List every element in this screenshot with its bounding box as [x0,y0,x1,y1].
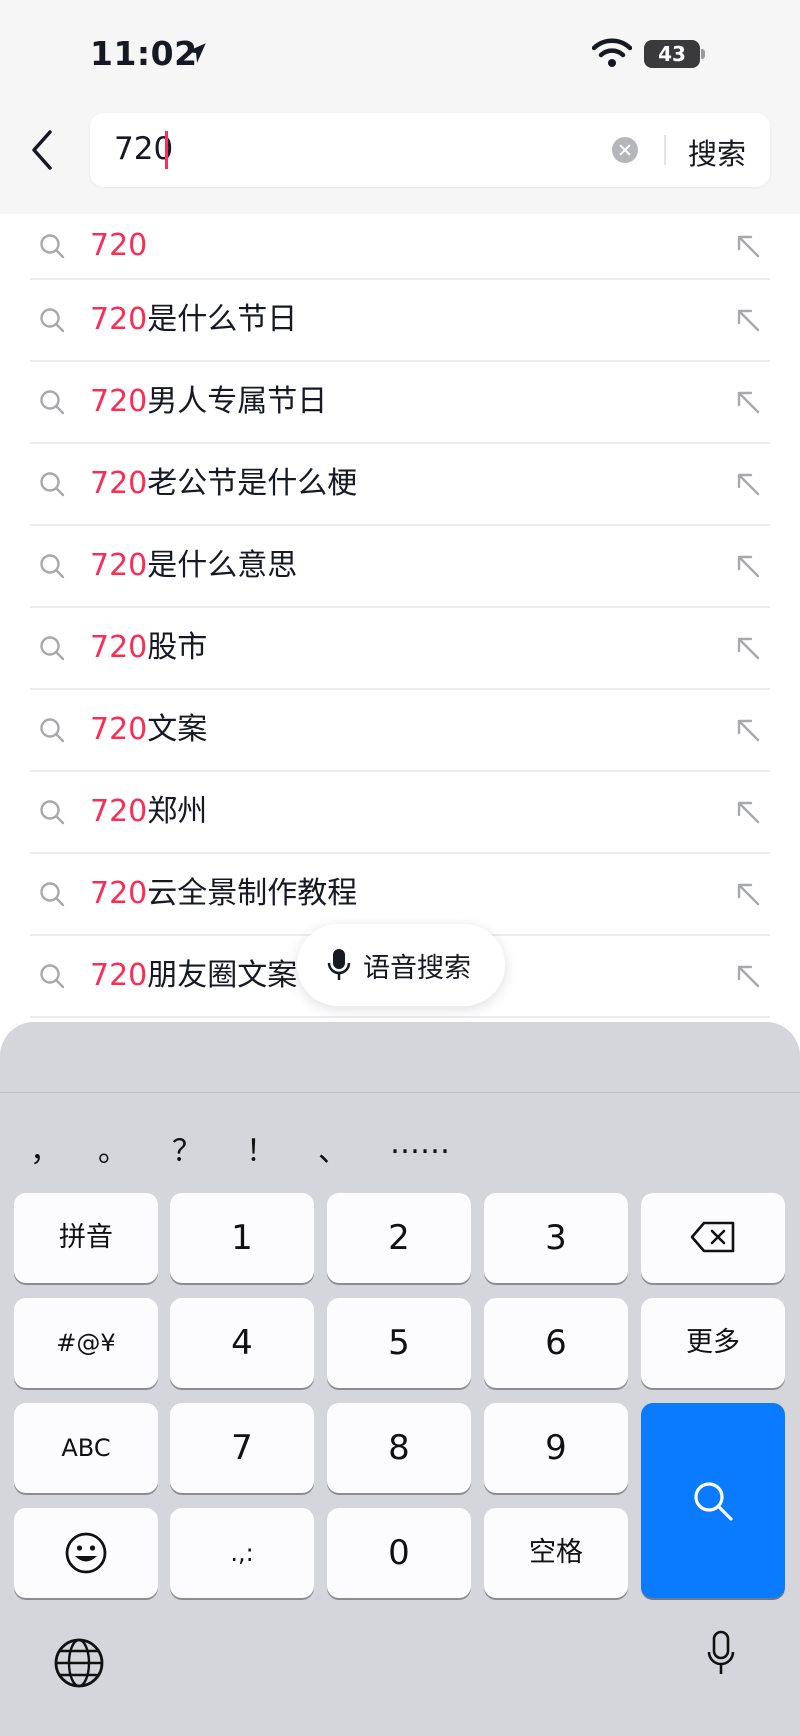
fill-arrow-icon[interactable] [734,552,762,580]
pinyin-key[interactable]: 拼音 [14,1193,158,1283]
emoji-icon [65,1532,107,1574]
delete-key[interactable] [641,1193,785,1283]
key-5[interactable]: 5 [327,1298,471,1388]
key-0[interactable]: 0 [327,1508,471,1598]
search-icon [40,554,65,579]
search-icon [40,472,65,497]
status-time: 11:02 [90,34,198,73]
suggestion-item[interactable]: 720股市 [30,608,770,690]
fill-arrow-icon[interactable] [734,880,762,908]
space-key[interactable]: 空格 [484,1508,628,1598]
punctuation-key[interactable]: .,: [170,1508,314,1598]
punct-key[interactable]: 、 [318,1126,348,1170]
punct-key[interactable]: ， [30,1126,60,1170]
microphone-icon [327,949,351,980]
header: 11:02 43 720 搜索 [0,0,800,214]
keyboard: ， 。 ？ ！ 、 …… 拼音 1 2 3 #@¥ 4 5 6 更多 ABC 7… [0,1022,800,1736]
suggestion-text: 720云全景制作教程 [90,876,358,911]
emoji-key[interactable] [14,1508,158,1598]
key-6[interactable]: 6 [484,1298,628,1388]
search-field[interactable]: 720 搜索 [90,113,770,187]
suggestion-item[interactable]: 720老公节是什么梗 [30,444,770,526]
battery-cap [701,49,705,59]
suggestion-item[interactable]: 720是什么意思 [30,526,770,608]
status-bar: 11:02 43 [0,0,800,100]
more-key[interactable]: 更多 [641,1298,785,1388]
keyboard-divider [0,1092,800,1093]
text-caret [165,131,168,169]
dictation-microphone-icon[interactable] [706,1630,736,1678]
key-1[interactable]: 1 [170,1193,314,1283]
suggestion-text: 720郑州 [90,794,208,829]
punct-key[interactable]: ？ [172,1126,202,1170]
suggestion-text: 720是什么意思 [90,548,298,583]
search-icon [40,964,65,989]
punct-key[interactable]: …… [390,1126,450,1161]
search-key[interactable] [641,1403,785,1598]
suggestion-item[interactable]: 720郑州 [30,772,770,854]
search-icon [40,390,65,415]
voice-search-label: 语音搜索 [363,953,471,984]
key-4[interactable]: 4 [170,1298,314,1388]
search-icon [40,308,65,333]
search-icon [40,718,65,743]
voice-search-button[interactable]: 语音搜索 [297,924,505,1006]
suggestion-text: 720股市 [90,630,208,665]
suggestion-text: 720文案 [90,712,208,747]
fill-arrow-icon[interactable] [734,962,762,990]
battery-indicator: 43 [644,40,700,68]
search-icon [694,1482,733,1521]
suggestion-item[interactable]: 720文案 [30,690,770,772]
suggestion-text: 720是什么节日 [90,302,298,337]
search-submit-button[interactable]: 搜索 [688,131,746,173]
abc-key[interactable]: ABC [14,1403,158,1493]
punct-key[interactable]: 。 [98,1126,128,1170]
fill-arrow-icon[interactable] [734,388,762,416]
fill-arrow-icon[interactable] [734,716,762,744]
search-icon [40,234,65,259]
suggestion-list: 720 720是什么节日 720男人专属节日 720老公节是什么梗 720是什么… [30,214,770,1018]
location-arrow-icon [186,43,206,63]
search-icon [40,800,65,825]
punct-key[interactable]: ！ [246,1126,276,1170]
fill-arrow-icon[interactable] [734,306,762,334]
suggestion-text: 720男人专属节日 [90,384,328,419]
suggestion-text: 720老公节是什么梗 [90,466,358,501]
fill-arrow-icon[interactable] [734,798,762,826]
clear-icon[interactable] [612,137,638,163]
suggestion-item[interactable]: 720 [30,214,770,280]
search-icon [40,636,65,661]
key-8[interactable]: 8 [327,1403,471,1493]
fill-arrow-icon[interactable] [734,232,762,260]
fill-arrow-icon[interactable] [734,634,762,662]
key-2[interactable]: 2 [327,1193,471,1283]
suggestion-text: 720朋友圈文案 [90,958,298,993]
search-icon [40,882,65,907]
keyboard-candidate-bar [0,1022,800,1092]
symbol-key[interactable]: #@¥ [14,1298,158,1388]
key-3[interactable]: 3 [484,1193,628,1283]
suggestion-item[interactable]: 720男人专属节日 [30,362,770,444]
suggestion-item[interactable]: 720是什么节日 [30,280,770,362]
globe-icon[interactable] [52,1636,106,1690]
key-9[interactable]: 9 [484,1403,628,1493]
wifi-icon [592,38,632,67]
suggestion-text: 720 [90,228,148,263]
back-chevron-icon[interactable] [26,126,62,174]
key-7[interactable]: 7 [170,1403,314,1493]
delete-icon [690,1221,735,1253]
search-divider [664,135,666,165]
fill-arrow-icon[interactable] [734,470,762,498]
